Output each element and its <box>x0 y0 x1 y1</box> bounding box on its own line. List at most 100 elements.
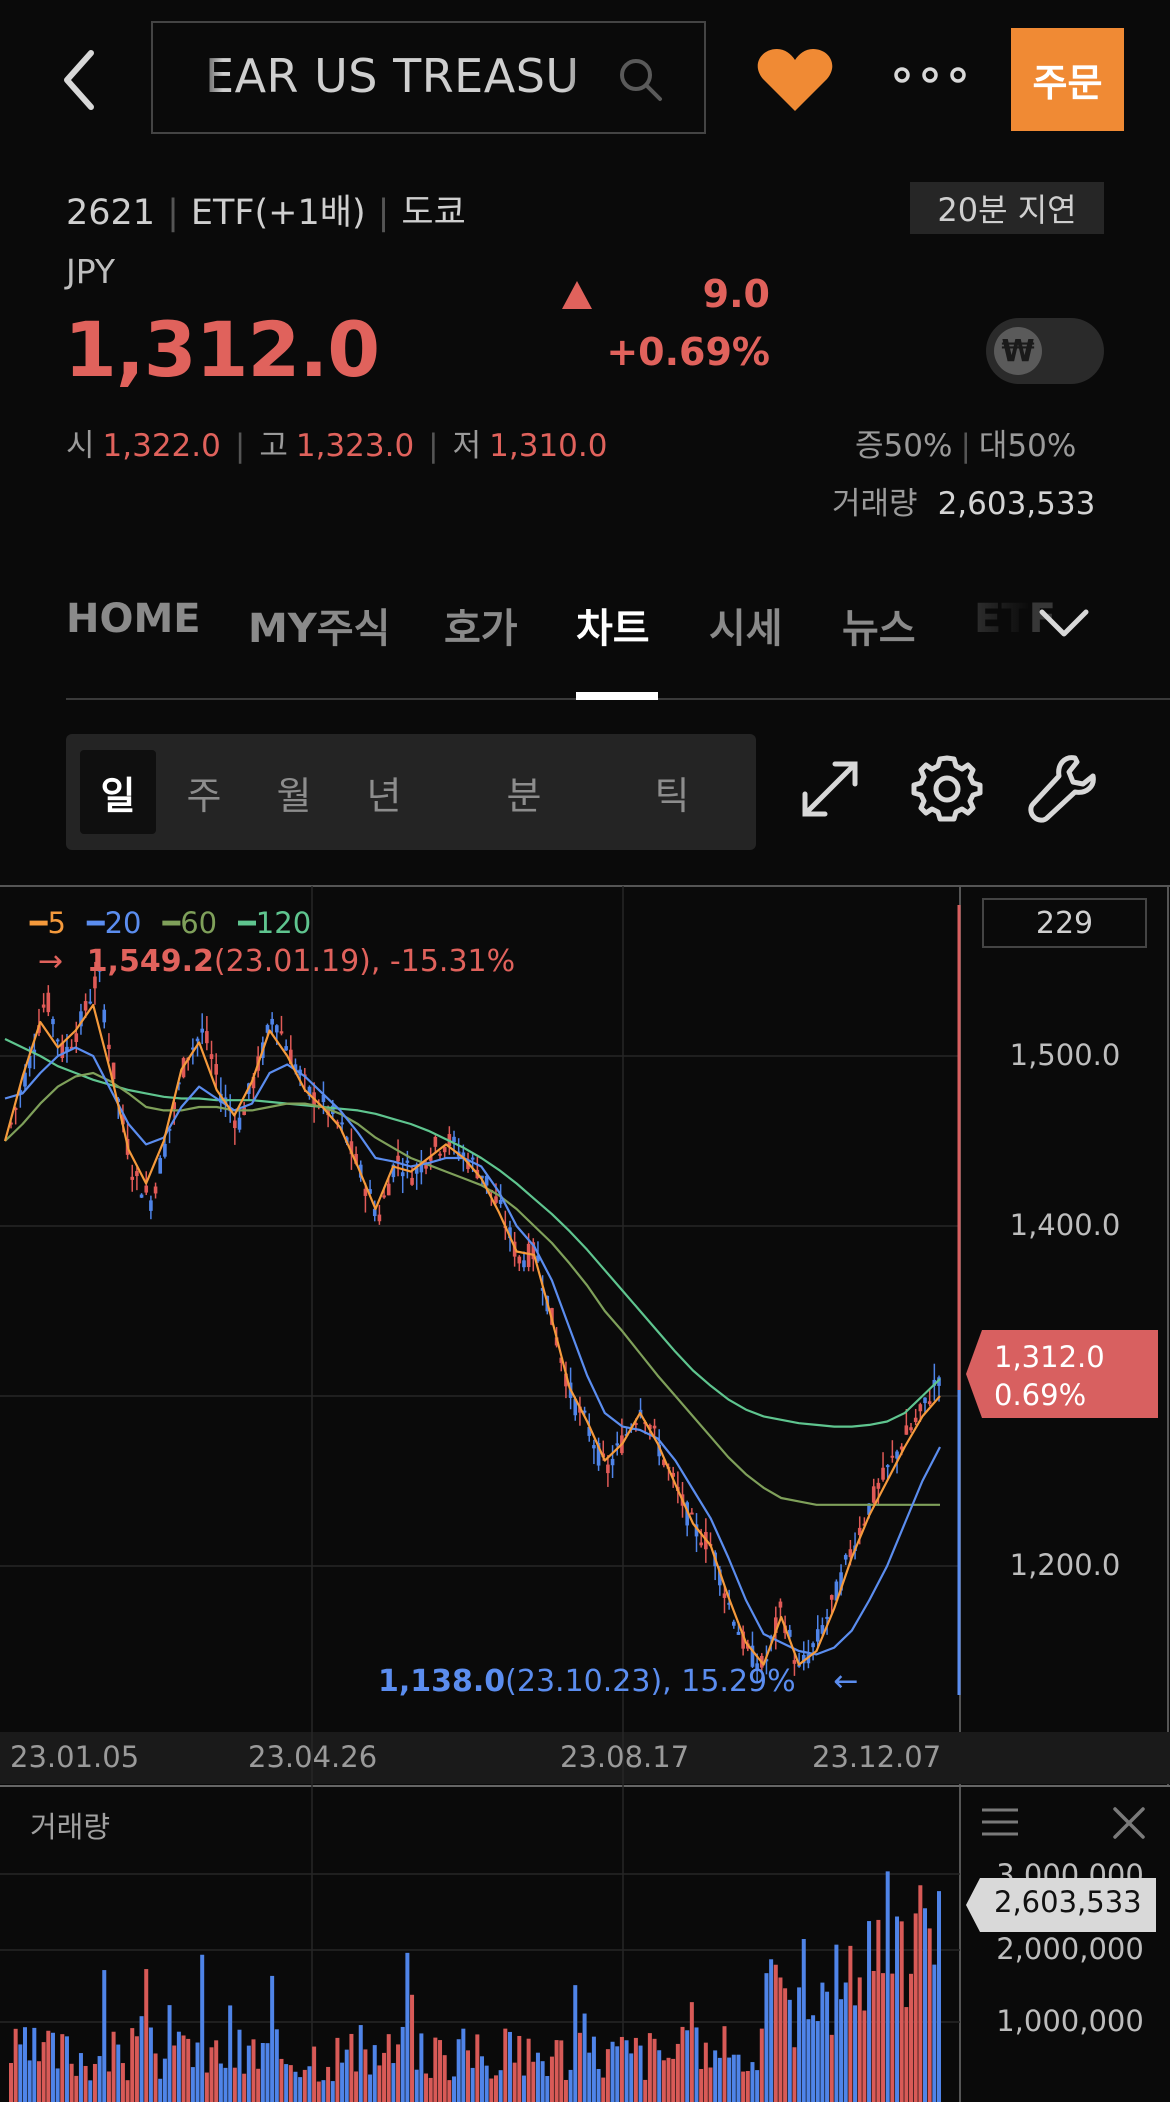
volume-bar <box>270 1975 275 2102</box>
tab-news[interactable]: 뉴스 <box>842 596 916 654</box>
volume-bar <box>372 2045 377 2102</box>
volume-bar <box>559 2040 564 2102</box>
volume-bar <box>92 2063 97 2102</box>
candle-body <box>279 1031 284 1034</box>
volume-bar <box>284 2064 289 2102</box>
volume-bar <box>545 2076 550 2102</box>
volume-bar <box>689 2002 694 2102</box>
volume-bar <box>363 2049 368 2102</box>
volume-bar <box>410 1994 415 2102</box>
volume-bar <box>391 2063 396 2102</box>
volume-bar <box>554 2040 559 2102</box>
volume-tick-label: 2,000,000 <box>996 1932 1144 1966</box>
period-week[interactable]: 주 <box>174 750 234 834</box>
volume-bar <box>195 2042 200 2102</box>
candle-count[interactable]: 229 <box>982 898 1147 948</box>
stock-type: ETF(+1배) <box>190 193 366 233</box>
volume-bar <box>857 1977 862 2102</box>
candle-body <box>526 1243 531 1268</box>
volume-bar <box>41 2042 46 2102</box>
volume-bar <box>60 2034 65 2102</box>
volume-bar <box>484 2065 489 2102</box>
x-tick-label: 23.08.17 <box>560 1740 690 1774</box>
candle-body <box>652 1425 657 1429</box>
tab-quotes[interactable]: 시세 <box>709 596 783 654</box>
volume-bar <box>741 2071 746 2102</box>
volume-bar <box>88 2080 93 2102</box>
candle-body <box>102 1009 107 1023</box>
stock-meta: 2621 | ETF(+1배) | 도쿄 <box>66 193 466 233</box>
period-tick[interactable]: 틱 <box>632 750 712 834</box>
currency-toggle[interactable]: ₩ <box>986 318 1104 384</box>
y-tick-label: 1,400.0 <box>1009 1208 1121 1242</box>
volume-bar <box>829 2034 834 2102</box>
volume-bar <box>246 2045 251 2102</box>
search-box[interactable]: EAR US TREASU <box>151 21 706 134</box>
tab-home[interactable]: HOME <box>66 596 201 642</box>
chevron-down-icon[interactable] <box>1038 606 1090 642</box>
volume-bar <box>475 2034 480 2102</box>
low-value: 1,310.0 <box>489 428 608 464</box>
volume-bar <box>167 2005 172 2102</box>
candle-body <box>610 1458 615 1466</box>
favorite-heart-icon[interactable] <box>755 45 835 115</box>
volume-bar <box>722 2026 727 2102</box>
volume-bar <box>396 2044 401 2102</box>
close-icon[interactable] <box>1112 1806 1146 1840</box>
volume-bar <box>139 2016 144 2102</box>
volume-bar <box>909 1973 914 2102</box>
period-minute[interactable]: 분 <box>484 750 564 834</box>
stock-code: 2621 <box>66 193 156 233</box>
volume-bar <box>853 2005 858 2102</box>
candle-body <box>438 1153 442 1156</box>
candle-body <box>811 1643 815 1648</box>
period-day[interactable]: 일 <box>80 750 156 834</box>
back-arrow-icon[interactable] <box>55 45 105 115</box>
volume-bar <box>703 2042 708 2102</box>
tab-chart[interactable]: 차트 <box>576 596 650 654</box>
candle-body <box>46 992 51 1013</box>
tab-orderbook[interactable]: 호가 <box>444 596 518 654</box>
candle-body <box>470 1157 475 1160</box>
high-label: 고 <box>259 428 288 464</box>
volume-bar <box>764 1973 769 2102</box>
volume-bar <box>438 2040 443 2102</box>
volume-bar <box>307 2066 312 2102</box>
candle-body <box>732 1621 736 1626</box>
period-year[interactable]: 년 <box>354 750 414 834</box>
order-button[interactable]: 주문 <box>1011 28 1124 131</box>
menu-icon[interactable] <box>980 1804 1020 1840</box>
margin-ratio: 증50% | 대50% <box>855 428 1077 464</box>
gear-icon[interactable] <box>910 752 984 826</box>
period-month[interactable]: 월 <box>264 750 324 834</box>
candle-body <box>433 1136 438 1147</box>
volume-bar <box>797 1987 802 2102</box>
candle-body <box>722 1593 727 1598</box>
volume-bar <box>106 2071 111 2102</box>
legend-ma60: ━60 <box>162 906 218 940</box>
wrench-icon[interactable] <box>1025 752 1099 826</box>
expand-icon[interactable] <box>795 754 865 824</box>
volume-bar <box>442 2055 447 2102</box>
candle-body <box>890 1455 895 1458</box>
candle-body <box>275 1025 279 1033</box>
volume-bar <box>582 2013 587 2102</box>
volume-bar <box>120 2063 125 2102</box>
tab-my-stock[interactable]: MY주식 <box>248 596 390 654</box>
candle-body <box>736 1631 741 1635</box>
search-icon[interactable] <box>616 55 664 103</box>
volume-bar <box>97 2056 102 2102</box>
candle-body <box>876 1482 881 1489</box>
volume-bar <box>899 1921 904 2102</box>
volume-bar <box>232 2067 237 2102</box>
volume-bar <box>256 2068 261 2102</box>
more-icon[interactable] <box>890 60 970 90</box>
candle-body <box>517 1256 522 1264</box>
volume-bar <box>890 1973 895 2102</box>
volume-bar <box>116 2044 121 2102</box>
volume-bar <box>298 2077 303 2102</box>
volume-bar <box>9 2062 13 2102</box>
volume-bar <box>125 2080 130 2102</box>
volume-bar <box>778 1977 783 2102</box>
volume-bar <box>876 1919 881 2102</box>
